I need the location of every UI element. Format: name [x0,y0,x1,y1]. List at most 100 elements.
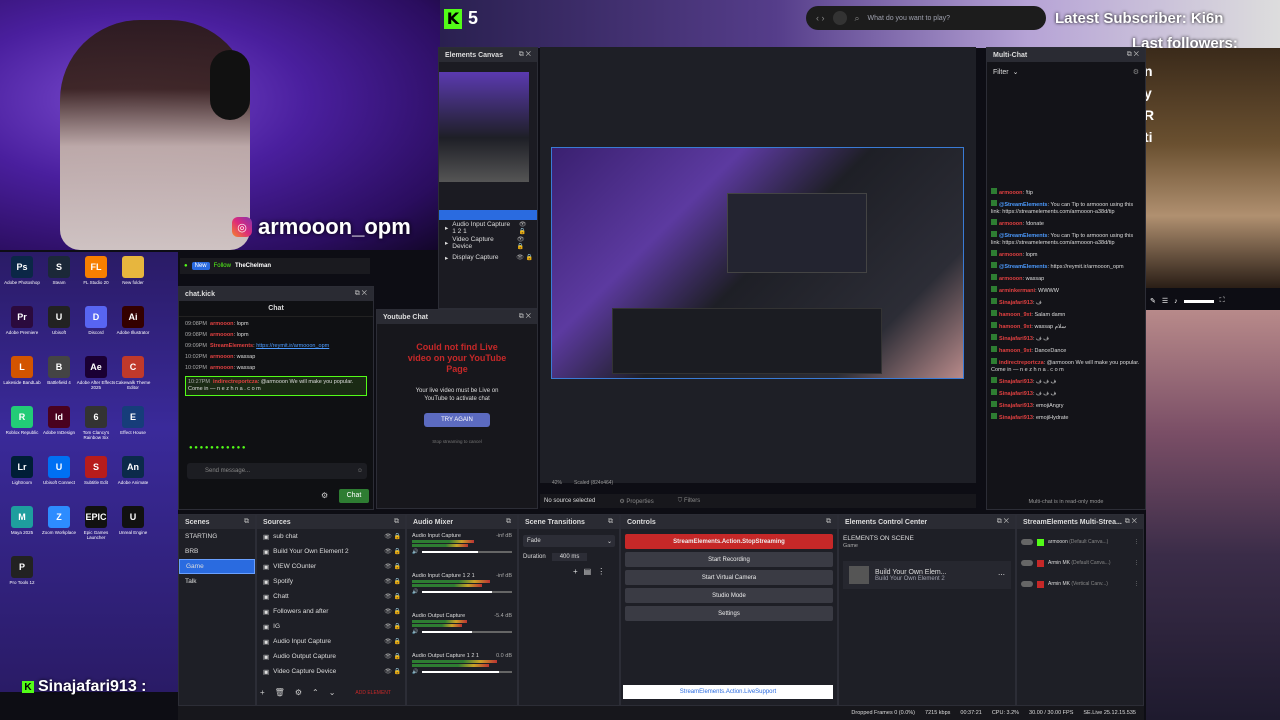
stop-streaming-button[interactable]: StreamElements.Action.StopStreaming [625,534,833,549]
settings-icon[interactable]: ⚙ [295,688,302,697]
desktop-icon[interactable]: EPIC Epic Games Launcher [76,506,116,556]
visibility-lock-icon[interactable]: 👁 🔒 [384,623,401,630]
close-icon[interactable]: ⧉ ✕ [519,313,531,321]
home-icon[interactable] [832,11,847,25]
more-icon[interactable]: ⋮ [1134,560,1139,566]
stream-target[interactable]: Armin MK (Default Canva...) ⋮ [1021,555,1139,571]
visibility-lock-icon[interactable]: 👁 🔒 [384,638,401,645]
desktop-icon[interactable]: M Maya 2025 [2,506,42,556]
studio-mode-button[interactable]: Studio Mode [625,588,833,603]
eye-icon[interactable]: 👁 🔒 [519,221,533,235]
desktop-icon[interactable]: D Discord [76,306,116,356]
toggle-switch[interactable] [1021,560,1033,566]
float-icon[interactable]: ⧉ [826,518,831,526]
desktop-icon[interactable]: FL FL Studio 20 [76,256,116,306]
visibility-lock-icon[interactable]: 👁 🔒 [384,533,401,540]
toggle-switch[interactable] [1021,539,1033,545]
close-icon[interactable]: ⧉ ✕ [1127,51,1139,59]
visibility-lock-icon[interactable]: 👁 🔒 [384,653,401,660]
visibility-lock-icon[interactable]: 👁 🔒 [384,668,401,675]
emoji-icon[interactable]: ☺ [357,468,363,474]
fullscreen-icon[interactable]: ⛶ [1220,297,1225,305]
desktop-icon[interactable]: L Lakeside BandLab [2,356,42,406]
desktop-icon[interactable]: B Battlefield 4 [39,356,79,406]
scene-item[interactable]: Game [179,559,255,574]
start-recording-button[interactable]: Start Recording [625,552,833,567]
video-controls[interactable]: ✎ ☰ ♪ ⛶ [1150,296,1276,306]
volume-icon[interactable]: ♪ [1174,298,1178,305]
scene-item[interactable]: STARTING [179,529,255,544]
desktop-icon[interactable]: U Unreal Engine [113,506,153,556]
toggle-switch[interactable] [1021,581,1033,587]
volume-slider[interactable] [422,631,512,633]
chat-send-button[interactable]: Chat [339,489,369,503]
desktop-icon[interactable]: Ai Adobe Illustrator [113,306,153,356]
source-item[interactable]: ▣ Followers and after 👁 🔒 [257,604,405,619]
source-item[interactable]: ▣ Build Your Own Element 2 👁 🔒 [257,544,405,559]
search-bar[interactable]: ‹ › ⌕ What do you want to play? [806,6,1046,30]
speaker-icon[interactable]: 🔊 [412,669,418,675]
desktop-icon[interactable]: Id Adobe InDesign [39,406,79,456]
filters-button[interactable]: ⛉ Filters [678,498,701,505]
stream-target[interactable]: armooon (Default Canva...) ⋮ [1021,534,1139,550]
filter-dropdown[interactable]: Filter ⌄ ⚙ [993,68,1139,77]
desktop-icon[interactable]: An Adobe Animate [113,456,153,506]
back-icon[interactable]: ‹ › [816,13,825,23]
more-icon[interactable]: ⋮ [1134,581,1139,587]
float-icon[interactable]: ⧉ [244,518,249,526]
desktop-icon[interactable]: E Effect House [113,406,153,456]
emote-bar[interactable]: ● ● ● ● ● ● ● ● ● ● ● [189,445,246,451]
stream-target[interactable]: Armin MK (Vertical Canv...) ⋮ [1021,576,1139,592]
desktop-icon[interactable]: R Roblox Republic [2,406,42,456]
speaker-icon[interactable]: 🔊 [412,629,418,635]
desktop-icon[interactable]: Ps Adobe Photoshop [2,256,42,306]
source-item[interactable]: ▣ Video Capture Device 👁 🔒 [257,664,405,679]
edit-icon[interactable]: ✎ [1150,297,1156,305]
desktop-icon[interactable]: Lr Lightroom [2,456,42,506]
float-icon[interactable]: ⧉ [506,518,511,526]
element-card[interactable]: Build Your Own Elem... Build Your Own Ele… [843,561,1011,589]
settings-icon[interactable]: ⚙ [1133,68,1139,76]
selected-scene-row[interactable] [439,210,537,220]
volume-slider[interactable] [422,671,512,673]
properties-icon[interactable]: ▤ [584,567,592,576]
add-transition-icon[interactable]: + [573,567,578,576]
preview-zoom-bar[interactable]: 42% Scaled (824x464) [552,480,613,486]
scene-item[interactable]: BRB [179,544,255,559]
source-item[interactable]: ▣ Spotify 👁 🔒 [257,574,405,589]
close-icon[interactable]: ⧉ ✕ [519,51,531,59]
speaker-icon[interactable]: 🔊 [412,549,418,555]
source-item[interactable]: ▣ Chatt 👁 🔒 [257,589,405,604]
settings-button[interactable]: Settings [625,606,833,621]
desktop-icon[interactable]: U Ubisoft [39,306,79,356]
desktop-icon[interactable]: Pr Adobe Premiere [2,306,42,356]
close-icon[interactable]: ⧉ ✕ [997,518,1009,526]
mini-source-row[interactable]: ▸ Display Capture 👁 🔒 [439,250,537,265]
close-icon[interactable]: ⧉ ✕ [355,290,367,298]
desktop-icon[interactable]: S Steam [39,256,79,306]
source-item[interactable]: ▣ Audio Input Capture 👁 🔒 [257,634,405,649]
message-input[interactable]: Send message... ☺ [187,463,367,479]
volume-slider[interactable] [1183,299,1214,303]
live-support-button[interactable]: StreamElements.Action.LiveSupport [623,685,833,699]
float-icon[interactable]: ⧉ [394,518,399,526]
add-icon[interactable]: + [260,688,265,697]
desktop-icon[interactable]: 6 Tom Clancy's Rainbow Six [76,406,116,456]
desktop-icon[interactable]: S Subtitle Edit [76,456,116,506]
source-item[interactable]: ▣ sub chat 👁 🔒 [257,529,405,544]
queue-icon[interactable]: ☰ [1162,297,1168,305]
more-icon[interactable]: ⋯ [998,571,1005,579]
visibility-lock-icon[interactable]: 👁 🔒 [384,608,401,615]
transition-select[interactable]: Fade ⌄ [523,535,615,547]
source-toolbar[interactable]: + 🗑 ⚙ ⌃ ⌄ ADD ELEMENT [260,688,391,697]
visibility-lock-icon[interactable]: 👁 🔒 [384,548,401,555]
volume-slider[interactable] [422,591,512,593]
desktop-icon[interactable]: U Ubisoft Connect [39,456,79,506]
add-element-button[interactable]: ADD ELEMENT [355,690,391,696]
visibility-lock-icon[interactable]: 👁 🔒 [384,593,401,600]
more-icon[interactable]: ⋮ [597,567,605,576]
desktop-icon[interactable]: New folder [113,256,153,306]
eye-icon[interactable]: 👁 🔒 [516,254,533,261]
volume-slider[interactable] [422,551,512,553]
speaker-icon[interactable]: 🔊 [412,589,418,595]
